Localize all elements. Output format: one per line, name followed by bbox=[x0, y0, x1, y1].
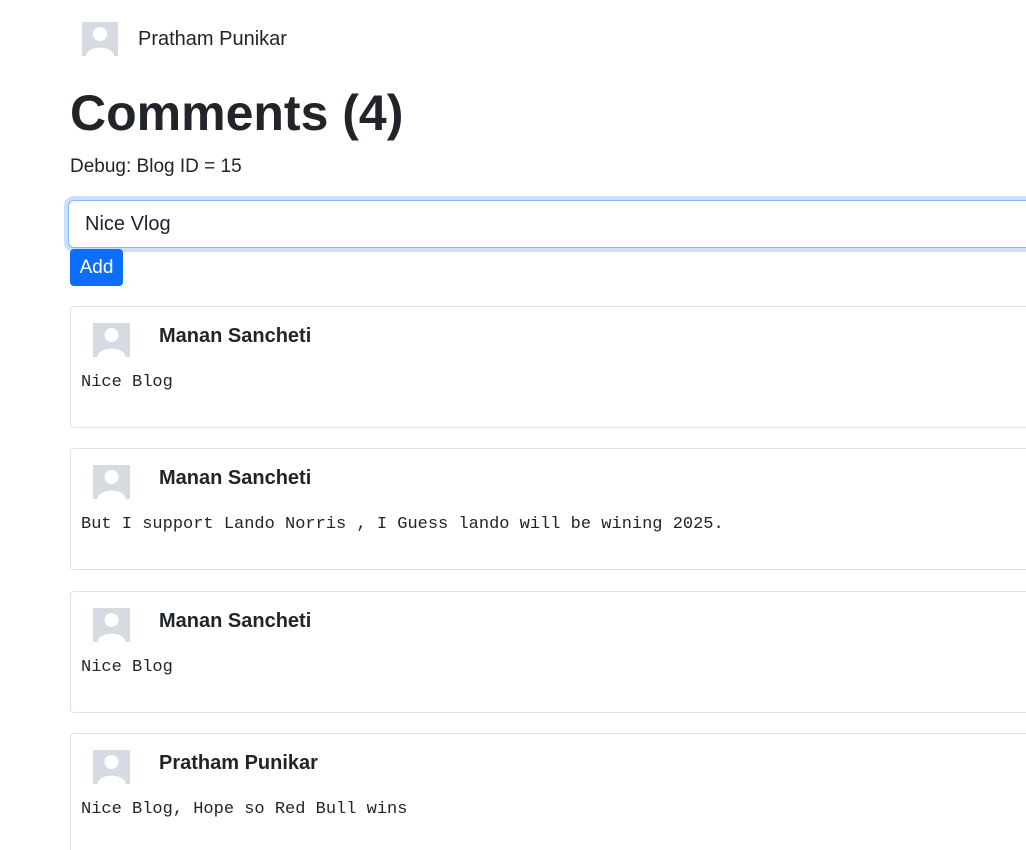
avatar bbox=[93, 608, 130, 642]
comment-input[interactable] bbox=[68, 200, 1026, 248]
debug-text: Debug: Blog ID = 15 bbox=[70, 156, 242, 177]
comment-card: Manan Sancheti Nice Blog bbox=[70, 306, 1026, 428]
current-user: Pratham Punikar bbox=[82, 22, 287, 56]
page: Pratham Punikar Comments (4) Debug: Blog… bbox=[0, 0, 1026, 850]
comment-text: But I support Lando Norris , I Guess lan… bbox=[81, 515, 724, 534]
add-comment-button[interactable]: Add bbox=[70, 249, 123, 286]
avatar bbox=[93, 323, 130, 357]
avatar bbox=[82, 22, 118, 56]
avatar bbox=[93, 750, 130, 784]
default-avatar-icon bbox=[82, 22, 118, 56]
default-avatar-icon bbox=[93, 323, 130, 357]
comment-author: Pratham Punikar bbox=[159, 752, 318, 774]
comment-author: Manan Sancheti bbox=[159, 325, 312, 347]
default-avatar-icon bbox=[93, 750, 130, 784]
avatar bbox=[93, 465, 130, 499]
page-title: Comments (4) bbox=[70, 85, 404, 141]
current-user-name: Pratham Punikar bbox=[138, 27, 287, 50]
comment-author: Manan Sancheti bbox=[159, 467, 312, 489]
default-avatar-icon bbox=[93, 608, 130, 642]
comment-card: Manan Sancheti Nice Blog bbox=[70, 591, 1026, 713]
comment-text: Nice Blog, Hope so Red Bull wins bbox=[81, 800, 408, 819]
comment-author: Manan Sancheti bbox=[159, 610, 312, 632]
comment-card: Manan Sancheti But I support Lando Norri… bbox=[70, 448, 1026, 570]
comment-text: Nice Blog bbox=[81, 658, 173, 677]
comment-text: Nice Blog bbox=[81, 373, 173, 392]
comment-card: Pratham Punikar Nice Blog, Hope so Red B… bbox=[70, 733, 1026, 850]
default-avatar-icon bbox=[93, 465, 130, 499]
